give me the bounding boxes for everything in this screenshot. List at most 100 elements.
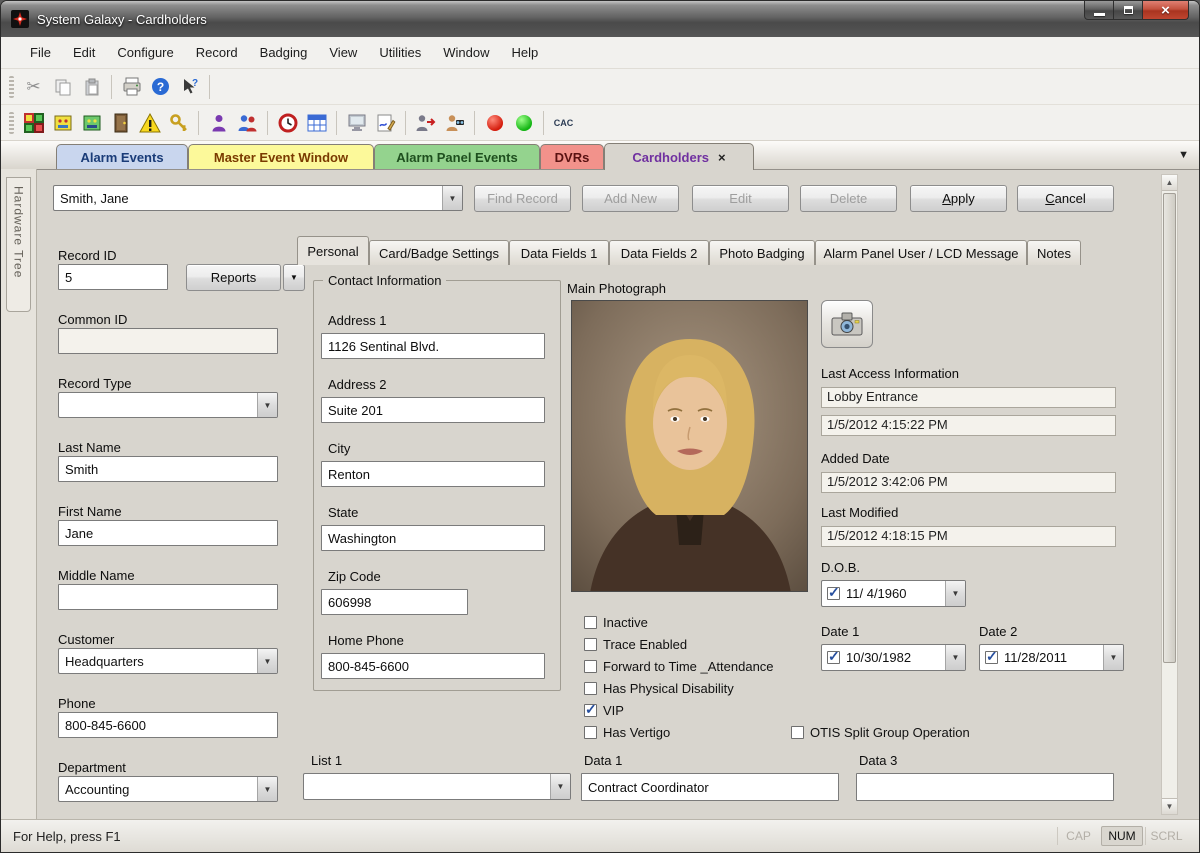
zip-code-field[interactable] <box>321 589 468 615</box>
tab-master-event-window[interactable]: Master Event Window <box>188 144 374 169</box>
scroll-down-icon[interactable]: ▼ <box>1162 798 1177 814</box>
menu-utilities[interactable]: Utilities <box>368 37 432 69</box>
vertical-scrollbar[interactable]: ▲ ▼ <box>1161 174 1178 815</box>
list1-combo[interactable]: ▼ <box>303 773 571 800</box>
tab-close-icon[interactable]: × <box>718 150 726 165</box>
home-phone-field[interactable] <box>321 653 545 679</box>
person-icon[interactable] <box>205 109 232 136</box>
last-name-field[interactable] <box>58 456 278 482</box>
minimize-button[interactable] <box>1084 1 1114 20</box>
hardware-tree-tab[interactable]: Hardware Tree <box>6 177 31 312</box>
menu-window[interactable]: Window <box>432 37 500 69</box>
edit-button[interactable]: Edit <box>692 185 789 212</box>
reports-button[interactable]: Reports <box>186 264 281 291</box>
checkbox-box[interactable] <box>584 660 597 673</box>
workstation-icon[interactable] <box>343 109 370 136</box>
tab-photo-badging[interactable]: Photo Badging <box>709 240 815 265</box>
people-pair-icon[interactable] <box>234 109 261 136</box>
forward-to-time-attendance-checkbox[interactable]: Forward to Time _Attendance <box>584 658 774 674</box>
date2-picker[interactable]: 11/28/2011 ▼ <box>979 644 1124 671</box>
warning-icon[interactable] <box>136 109 163 136</box>
data1-field[interactable] <box>581 773 839 801</box>
menu-file[interactable]: File <box>19 37 62 69</box>
delete-button[interactable]: Delete <box>800 185 897 212</box>
chevron-down-icon[interactable]: ▼ <box>550 774 570 799</box>
tab-card-badge-settings[interactable]: Card/Badge Settings <box>369 240 509 265</box>
menu-help[interactable]: Help <box>500 37 549 69</box>
help-icon[interactable]: ? <box>147 73 174 100</box>
common-id-field[interactable] <box>58 328 278 354</box>
otis-split-group-checkbox[interactable]: OTIS Split Group Operation <box>791 724 970 740</box>
cancel-button[interactable]: Cancel <box>1017 185 1114 212</box>
menu-edit[interactable]: Edit <box>62 37 106 69</box>
people-find-icon[interactable] <box>441 109 468 136</box>
toolbar-grip[interactable] <box>9 112 14 134</box>
tab-alarm-events[interactable]: Alarm Events <box>56 144 188 169</box>
scrollbar-thumb[interactable] <box>1163 193 1176 663</box>
checkbox-box[interactable] <box>584 638 597 651</box>
apply-button[interactable]: Apply <box>910 185 1007 212</box>
green-circle-icon[interactable] <box>510 109 537 136</box>
chevron-down-icon[interactable]: ▼ <box>945 581 965 606</box>
has-vertigo-checkbox[interactable]: Has Vertigo <box>584 724 670 740</box>
menu-configure[interactable]: Configure <box>106 37 184 69</box>
door-icon[interactable] <box>107 109 134 136</box>
middle-name-field[interactable] <box>58 584 278 610</box>
has-physical-disability-checkbox[interactable]: Has Physical Disability <box>584 680 734 696</box>
chevron-down-icon[interactable]: ▼ <box>257 393 277 417</box>
hardware-grid-icon[interactable] <box>20 109 47 136</box>
tab-data-fields-1[interactable]: Data Fields 1 <box>509 240 609 265</box>
tab-data-fields-2[interactable]: Data Fields 2 <box>609 240 709 265</box>
inactive-checkbox[interactable]: Inactive <box>584 614 648 630</box>
key-icon[interactable] <box>165 109 192 136</box>
red-circle-icon[interactable] <box>481 109 508 136</box>
dob-checkbox[interactable] <box>827 587 840 600</box>
scroll-up-icon[interactable]: ▲ <box>1162 175 1177 191</box>
chevron-down-icon[interactable]: ▼ <box>442 186 462 210</box>
customer-combo[interactable]: Headquarters ▼ <box>58 648 278 674</box>
signature-icon[interactable] <box>372 109 399 136</box>
checkbox-box[interactable] <box>584 616 597 629</box>
department-combo[interactable]: Accounting ▼ <box>58 776 278 802</box>
vip-checkbox[interactable]: VIP <box>584 702 624 718</box>
context-help-icon[interactable]: ? <box>176 73 203 100</box>
tab-dvrs[interactable]: DVRs <box>540 144 604 169</box>
capture-photo-button[interactable] <box>821 300 873 348</box>
tab-notes[interactable]: Notes <box>1027 240 1081 265</box>
toolbar-grip[interactable] <box>9 76 14 98</box>
find-record-button[interactable]: Find Record <box>474 185 571 212</box>
paste-icon[interactable] <box>78 73 105 100</box>
menu-view[interactable]: View <box>318 37 368 69</box>
close-button[interactable]: × <box>1143 1 1189 20</box>
date2-checkbox[interactable] <box>985 651 998 664</box>
data3-field[interactable] <box>856 773 1114 801</box>
print-icon[interactable] <box>118 73 145 100</box>
tab-overflow-icon[interactable]: ▼ <box>1178 149 1189 161</box>
chevron-down-icon[interactable]: ▼ <box>257 649 277 673</box>
data-table-icon[interactable] <box>303 109 330 136</box>
city-field[interactable] <box>321 461 545 487</box>
cut-icon[interactable]: ✂ <box>20 73 47 100</box>
trace-enabled-checkbox[interactable]: Trace Enabled <box>584 636 687 652</box>
menu-badging[interactable]: Badging <box>249 37 319 69</box>
clock-icon[interactable] <box>274 109 301 136</box>
record-type-combo[interactable]: ▼ <box>58 392 278 418</box>
menu-record[interactable]: Record <box>185 37 249 69</box>
date1-picker[interactable]: 10/30/1982 ▼ <box>821 644 966 671</box>
address1-field[interactable] <box>321 333 545 359</box>
panel-green-icon[interactable] <box>78 109 105 136</box>
phone-field[interactable] <box>58 712 278 738</box>
date1-checkbox[interactable] <box>827 651 840 664</box>
chevron-down-icon[interactable]: ▼ <box>1103 645 1123 670</box>
people-export-icon[interactable] <box>412 109 439 136</box>
reports-dropdown-button[interactable]: ▼ <box>283 264 305 291</box>
state-field[interactable] <box>321 525 545 551</box>
restore-button[interactable] <box>1114 1 1143 20</box>
titlebar[interactable]: System Galaxy - Cardholders × <box>1 1 1199 37</box>
tab-personal[interactable]: Personal <box>297 236 369 265</box>
record-id-field[interactable] <box>58 264 168 290</box>
cac-icon[interactable]: CAC <box>550 109 577 136</box>
tab-cardholders[interactable]: Cardholders × <box>604 143 754 170</box>
chevron-down-icon[interactable]: ▼ <box>257 777 277 801</box>
first-name-field[interactable] <box>58 520 278 546</box>
